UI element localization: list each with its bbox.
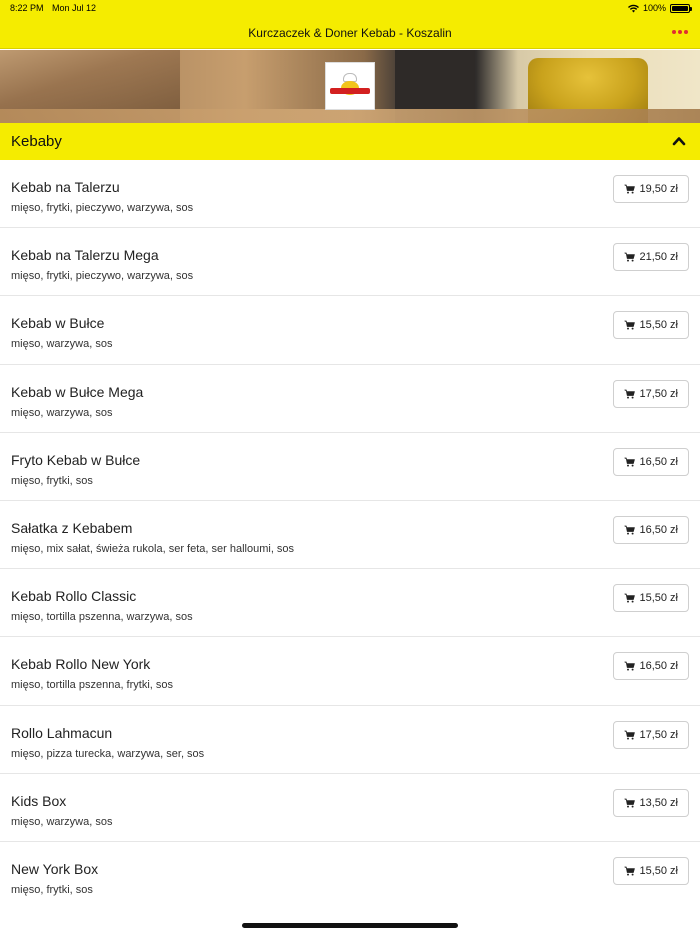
cart-icon bbox=[624, 457, 636, 467]
status-indicators: 100% bbox=[627, 3, 692, 13]
item-description: mięso, tortilla pszenna, frytki, sos bbox=[11, 679, 174, 692]
add-to-cart-button[interactable]: 17,50 zł bbox=[613, 379, 689, 408]
item-description: mięso, frytki, pieczywo, warzywa, sos bbox=[11, 270, 194, 283]
item-price: 15,50 zł bbox=[639, 864, 678, 877]
item-description: mięso, warzywa, sos bbox=[11, 815, 113, 828]
add-to-cart-button[interactable]: 16,50 zł bbox=[613, 652, 689, 681]
item-name: Kids Box bbox=[11, 792, 67, 809]
home-indicator[interactable] bbox=[242, 923, 458, 928]
item-price: 16,50 zł bbox=[639, 455, 678, 468]
cart-icon bbox=[624, 252, 636, 262]
item-price: 16,50 zł bbox=[639, 660, 678, 673]
chevron-up-icon[interactable] bbox=[672, 134, 686, 148]
item-name: Sałatka z Kebabem bbox=[11, 519, 133, 536]
menu-list: Kebab na Talerzu mięso, frytki, pieczywo,… bbox=[0, 160, 700, 910]
add-to-cart-button[interactable]: 17,50 zł bbox=[613, 720, 689, 749]
restaurant-title: Kurczaczek & Doner Kebab - Koszalin bbox=[248, 26, 452, 40]
menu-item[interactable]: Kebab Rollo Classic mięso, tortilla pszen… bbox=[0, 569, 700, 638]
menu-item[interactable]: Sałatka z Kebabem mięso, mix sałat, śwież… bbox=[0, 501, 700, 570]
item-description: mięso, warzywa, sos bbox=[11, 406, 113, 419]
cart-icon bbox=[624, 593, 636, 603]
cart-icon bbox=[624, 798, 636, 808]
item-description: mięso, frytki, sos bbox=[11, 474, 93, 487]
restaurant-logo bbox=[325, 62, 375, 110]
item-name: Kebab w Bułce bbox=[11, 315, 105, 332]
chef-chick-icon bbox=[337, 73, 363, 99]
cart-icon bbox=[624, 525, 636, 535]
add-to-cart-button[interactable]: 13,50 zł bbox=[613, 788, 689, 817]
status-date: Mon Jul 12 bbox=[52, 3, 97, 13]
item-name: New York Box bbox=[11, 860, 99, 877]
item-name: Kebab w Bułce Mega bbox=[11, 383, 144, 400]
item-price: 13,50 zł bbox=[639, 796, 678, 809]
add-to-cart-button[interactable]: 15,50 zł bbox=[613, 584, 689, 613]
menu-item[interactable]: Kebab w Bułce mięso, warzywa, sos 15,50 zł bbox=[0, 296, 700, 365]
menu-item[interactable]: New York Box mięso, frytki, sos 15,50 zł bbox=[0, 842, 700, 910]
cart-icon bbox=[624, 320, 636, 330]
item-name: Kebab Rollo Classic bbox=[11, 588, 137, 605]
menu-item[interactable]: Rollo Lahmacun mięso, pizza turecka, warz… bbox=[0, 706, 700, 774]
category-title: Kebaby bbox=[11, 133, 62, 150]
item-price: 15,50 zł bbox=[639, 319, 678, 332]
battery-level bbox=[672, 5, 688, 11]
menu-item[interactable]: Kebab na Talerzu mięso, frytki, pieczywo,… bbox=[0, 160, 700, 229]
item-price: 19,50 zł bbox=[639, 183, 678, 195]
menu-item[interactable]: Kids Box mięso, warzywa, sos 13,50 zł bbox=[0, 774, 700, 842]
item-description: mięso, frytki, pieczywo, warzywa, sos bbox=[11, 202, 194, 214]
cart-icon bbox=[624, 730, 636, 740]
item-description: mięso, tortilla pszenna, warzywa, sos bbox=[11, 611, 193, 624]
nav-bar: Kurczaczek & Doner Kebab - Koszalin bbox=[0, 17, 700, 49]
add-to-cart-button[interactable]: 19,50 zł bbox=[613, 175, 689, 203]
battery-icon bbox=[670, 3, 692, 13]
item-price: 21,50 zł bbox=[639, 251, 678, 264]
battery-percent: 100% bbox=[642, 3, 666, 13]
menu-item[interactable]: Fryto Kebab w Bułce mięso, frytki, sos 16,… bbox=[0, 433, 700, 501]
status-time: 8:22 PM bbox=[10, 3, 44, 13]
item-price: 16,50 zł bbox=[639, 523, 678, 536]
item-price: 15,50 zł bbox=[639, 592, 678, 605]
item-description: mięso, mix sałat, świeża rukola, ser fet… bbox=[11, 542, 295, 555]
add-to-cart-button[interactable]: 15,50 zł bbox=[613, 856, 689, 885]
menu-item[interactable]: Kebab na Talerzu Mega mięso, frytki, piec… bbox=[0, 228, 700, 297]
wifi-icon bbox=[627, 4, 639, 12]
logo-wordmark bbox=[330, 88, 370, 94]
cart-icon bbox=[624, 184, 636, 194]
cart-icon bbox=[624, 389, 636, 399]
item-name: Kebab na Talerzu bbox=[11, 179, 120, 195]
add-to-cart-button[interactable]: 16,50 zł bbox=[613, 515, 689, 544]
item-description: mięso, frytki, sos bbox=[11, 883, 93, 896]
menu-item[interactable]: Kebab Rollo New York mięso, tortilla psze… bbox=[0, 637, 700, 706]
category-header-kebaby[interactable]: Kebaby bbox=[0, 123, 700, 160]
cart-icon bbox=[624, 866, 636, 876]
cart-icon bbox=[624, 661, 636, 671]
item-name: Fryto Kebab w Bułce bbox=[11, 451, 141, 468]
add-to-cart-button[interactable]: 15,50 zł bbox=[613, 311, 689, 340]
item-price: 17,50 zł bbox=[639, 387, 678, 400]
item-price: 17,50 zł bbox=[639, 728, 678, 741]
add-to-cart-button[interactable]: 21,50 zł bbox=[613, 243, 689, 272]
item-name: Kebab na Talerzu Mega bbox=[11, 247, 159, 264]
more-options-icon[interactable] bbox=[672, 25, 688, 39]
item-name: Rollo Lahmacun bbox=[11, 724, 113, 741]
item-description: mięso, warzywa, sos bbox=[11, 338, 113, 351]
status-bar: 8:22 PM Mon Jul 12 100% bbox=[0, 0, 700, 17]
add-to-cart-button[interactable]: 16,50 zł bbox=[613, 447, 689, 476]
item-description: mięso, pizza turecka, warzywa, ser, sos bbox=[11, 747, 205, 760]
item-name: Kebab Rollo New York bbox=[11, 656, 151, 673]
menu-item[interactable]: Kebab w Bułce Mega mięso, warzywa, sos 17,… bbox=[0, 365, 700, 433]
